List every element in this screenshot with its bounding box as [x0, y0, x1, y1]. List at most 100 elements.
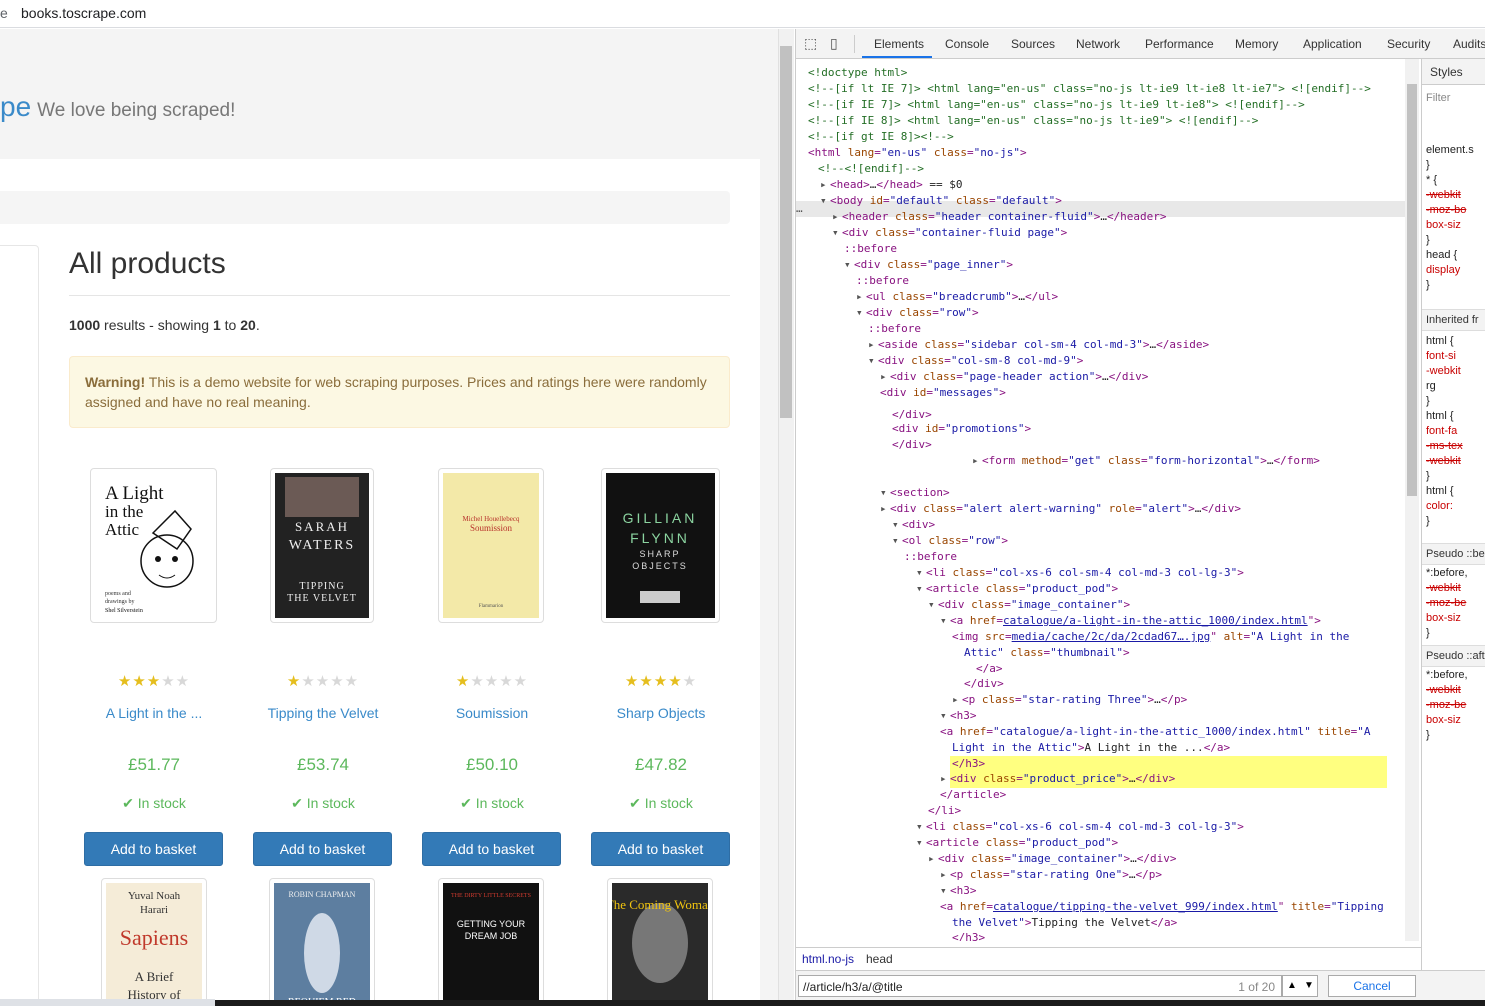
dom-node-line[interactable]: ▾ <li class="col-xs-6 col-sm-4 col-md-3 c… [916, 565, 1244, 581]
expand-triangle-icon[interactable]: ▾ [916, 581, 926, 597]
expand-triangle-icon[interactable]: ▸ [972, 453, 982, 469]
dom-node-line[interactable]: <!--<![endif]--> [818, 161, 924, 177]
product-thumbnail[interactable]: THE DIRTY LITTLE SECRETS GETTING YOUR DR… [438, 878, 544, 1006]
dom-node-line[interactable]: </a> [976, 661, 1003, 677]
dom-node-line[interactable]: ▾ <div class="image_container"> [928, 597, 1130, 613]
url-text[interactable]: books.toscrape.com [21, 5, 146, 21]
add-to-basket-button[interactable]: Add to basket [591, 832, 730, 866]
dom-node-line[interactable]: <!doctype html> [808, 65, 907, 81]
dom-node-line[interactable]: <img src=media/cache/2c/da/2cdad67….jpg"… [952, 629, 1349, 645]
style-rule-line[interactable]: html { [1426, 410, 1454, 422]
style-rule-line[interactable]: } [1426, 234, 1430, 246]
expand-triangle-icon[interactable]: ▸ [856, 289, 866, 305]
dom-node-line[interactable]: ▸ <p class="star-rating One">…</p> [940, 867, 1162, 883]
dom-node-line[interactable]: ▾ <h3> [940, 708, 977, 724]
dom-node-line[interactable]: <!--[if gt IE 8]><!--> [808, 129, 954, 145]
style-rule-line[interactable]: font-fa [1426, 425, 1457, 437]
dom-node-line[interactable]: </div> [892, 437, 932, 453]
product-thumbnail[interactable]: A Light in the Attic poems and drawings … [90, 468, 217, 623]
address-bar[interactable]: e books.toscrape.com [0, 0, 1485, 28]
product-thumbnail[interactable]: The Coming Woman [607, 878, 713, 1006]
dom-node-line[interactable]: ▾ <li class="col-xs-6 col-sm-4 col-md-3 c… [916, 819, 1244, 835]
dom-node-line[interactable]: Light in the Attic">A Light in the ...</… [952, 740, 1230, 756]
device-toolbar-icon[interactable]: ▯ [830, 35, 838, 52]
style-rule-line[interactable]: box-siz [1426, 219, 1461, 231]
inspect-element-icon[interactable]: ⬚ [804, 35, 817, 52]
dom-node-line[interactable]: </div> [964, 676, 1004, 692]
dom-node-line[interactable]: ▾ <div> [892, 517, 935, 533]
dom-node-line[interactable]: <a href=catalogue/tipping-the-velvet_999… [940, 899, 1384, 915]
product-title-link[interactable]: Tipping the Velvet [253, 705, 393, 721]
dom-node-line[interactable]: <div id="promotions"> [892, 421, 1031, 437]
style-rule-line[interactable]: } [1426, 515, 1430, 527]
expand-triangle-icon[interactable]: ▾ [868, 353, 878, 369]
style-rule-line[interactable]: -webkit [1426, 582, 1461, 594]
expand-triangle-icon[interactable]: ▾ [916, 819, 926, 835]
style-rule-line[interactable]: html { [1426, 485, 1454, 497]
style-rule-line[interactable]: } [1426, 395, 1430, 407]
expand-triangle-icon[interactable]: ▾ [916, 835, 926, 851]
dom-search-input[interactable]: //article/h3/a/@title 1 of 20 [798, 975, 1282, 997]
tab-audits[interactable]: Audits [1453, 37, 1485, 51]
style-rule-line[interactable]: element.s [1426, 144, 1474, 156]
dom-node-line[interactable]: ▸ <aside class="sidebar col-sm-4 col-md-3… [868, 337, 1209, 353]
dom-node-line[interactable]: ▸ <form method="get" class="form-horizont… [972, 453, 1320, 469]
expand-triangle-icon[interactable]: ▾ [820, 193, 830, 209]
dom-node-line[interactable]: ▸ <div class="alert alert-warning" role="… [880, 501, 1241, 517]
expand-triangle-icon[interactable]: ▸ [880, 501, 890, 517]
expand-triangle-icon[interactable]: ▾ [892, 517, 902, 533]
dom-node-line[interactable]: ▾ <h3> [940, 883, 977, 899]
style-rule-line[interactable]: -webkit [1426, 189, 1461, 201]
expand-triangle-icon[interactable]: ▾ [928, 597, 938, 613]
dom-node-line[interactable]: <!--[if lt IE 7]> <html lang="en-us" cla… [808, 81, 1371, 97]
dom-node-line[interactable]: the Velvet">Tipping the Velvet</a> [952, 915, 1177, 931]
dom-node-line[interactable]: <html lang="en-us" class="no-js"> [808, 145, 1027, 161]
style-rule-line[interactable]: color: [1426, 500, 1453, 512]
expand-triangle-icon[interactable]: ▸ [928, 851, 938, 867]
dom-node-line[interactable]: ▾ <a href=catalogue/a-light-in-the-attic_… [940, 613, 1321, 629]
site-logo[interactable]: pe [0, 91, 31, 122]
dom-node-line[interactable]: </h3> [952, 756, 985, 772]
style-rule-line[interactable]: rg [1426, 380, 1436, 392]
style-rule-line[interactable]: } [1426, 627, 1430, 639]
style-rule-line[interactable]: display [1426, 264, 1460, 276]
dom-node-line[interactable]: ▾ <article class="product_pod"> [916, 581, 1118, 597]
crumb-html[interactable]: html.no-js [802, 952, 854, 966]
style-rule-line[interactable]: head { [1426, 249, 1457, 261]
tab-sources[interactable]: Sources [1011, 37, 1055, 51]
dom-tree[interactable]: … <!doctype html> <!--[if lt IE 7]> <html… [796, 59, 1406, 941]
dom-node-line[interactable]: </article> [940, 787, 1006, 803]
dom-node-line[interactable]: ▸ <p class="star-rating Three">…</p> [952, 692, 1187, 708]
style-rule-line[interactable]: -webkit [1426, 684, 1461, 696]
search-next-icon[interactable]: ▼ [1304, 980, 1314, 991]
style-rule-line[interactable]: } [1426, 159, 1430, 171]
dom-node-line[interactable]: ::before [844, 241, 897, 257]
expand-triangle-icon[interactable]: ▸ [940, 867, 950, 883]
dom-scrollbar[interactable] [1405, 59, 1419, 941]
dom-node-line[interactable]: </li> [928, 803, 961, 819]
expand-triangle-icon[interactable]: ▸ [820, 177, 830, 193]
dom-node-line[interactable]: <a href="catalogue/a-light-in-the-attic_… [940, 724, 1371, 740]
scrollbar-thumb[interactable] [780, 46, 792, 418]
style-rule-line[interactable]: } [1426, 279, 1430, 291]
dom-node-line[interactable]: ▸ <head>…</head> == $0 [820, 177, 962, 193]
tab-memory[interactable]: Memory [1235, 37, 1278, 51]
add-to-basket-button[interactable]: Add to basket [253, 832, 392, 866]
style-rule-line[interactable]: * { [1426, 174, 1437, 186]
add-to-basket-button[interactable]: Add to basket [84, 832, 223, 866]
dom-token[interactable]: media/cache/2c/da/2cdad67….jpg [1012, 630, 1211, 643]
dom-token[interactable]: catalogue/tipping-the-velvet_999/index.h… [993, 900, 1278, 913]
product-thumbnail[interactable]: GILLIAN FLYNN SHARP OBJECTS [601, 468, 720, 623]
dom-node-line[interactable]: Attic" class="thumbnail"> [964, 645, 1130, 661]
dom-node-line[interactable]: <!--[if IE 7]> <html lang="en-us" class=… [808, 97, 1305, 113]
product-thumbnail[interactable]: Michel Houellebecq Soumission Flammarion [438, 468, 544, 623]
style-rule-line[interactable]: *:before, [1426, 669, 1468, 681]
dom-token[interactable]: catalogue/a-light-in-the-attic_1000/inde… [1003, 614, 1308, 627]
crumb-head[interactable]: head [866, 952, 893, 966]
style-rule-line[interactable]: html { [1426, 335, 1454, 347]
style-rule-line[interactable]: font-si [1426, 350, 1456, 362]
expand-triangle-icon[interactable]: ▸ [952, 692, 962, 708]
expand-triangle-icon[interactable]: ▾ [832, 225, 842, 241]
expand-triangle-icon[interactable]: ▾ [856, 305, 866, 321]
tab-elements[interactable]: Elements [874, 37, 924, 51]
